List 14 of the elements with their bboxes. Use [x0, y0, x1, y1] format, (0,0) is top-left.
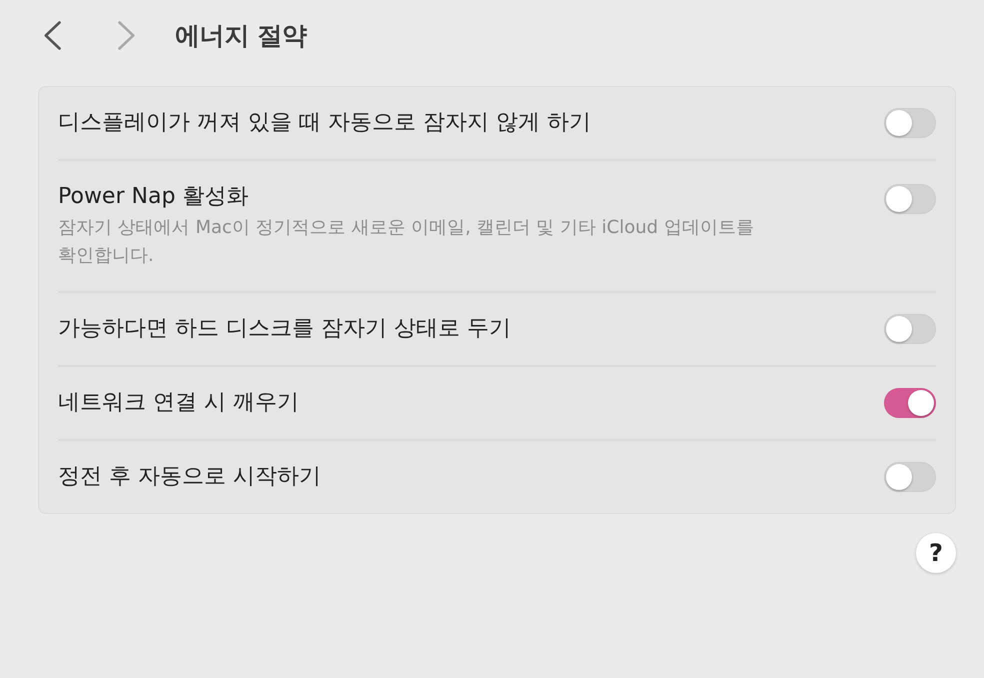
setting-label: 디스플레이가 꺼져 있을 때 자동으로 잠자지 않게 하기 — [58, 110, 591, 136]
toggle-switch[interactable] — [884, 388, 936, 418]
setting-label: Power Nap 활성화 — [58, 184, 250, 210]
toggle-switch[interactable] — [884, 314, 936, 344]
help-button[interactable]: ? — [916, 533, 956, 573]
toggle-switch[interactable] — [884, 108, 936, 138]
toggle-switch[interactable] — [884, 184, 936, 214]
setting-label: 네트워크 연결 시 깨우기 — [58, 390, 299, 416]
back-chevron-icon[interactable] — [44, 20, 61, 50]
setting-label: 정전 후 자동으로 시작하기 — [58, 464, 321, 490]
toggle-switch[interactable] — [884, 462, 936, 492]
page-title: 에너지 절약 — [175, 20, 307, 52]
setting-description: 잠자기 상태에서 Mac이 정기적으로 새로운 이메일, 캘린더 및 기타 iCloud 업데이트를 확인합니다. — [58, 216, 755, 268]
setting-label: 가능하다면 하드 디스크를 잠자기 상태로 두기 — [58, 316, 511, 342]
